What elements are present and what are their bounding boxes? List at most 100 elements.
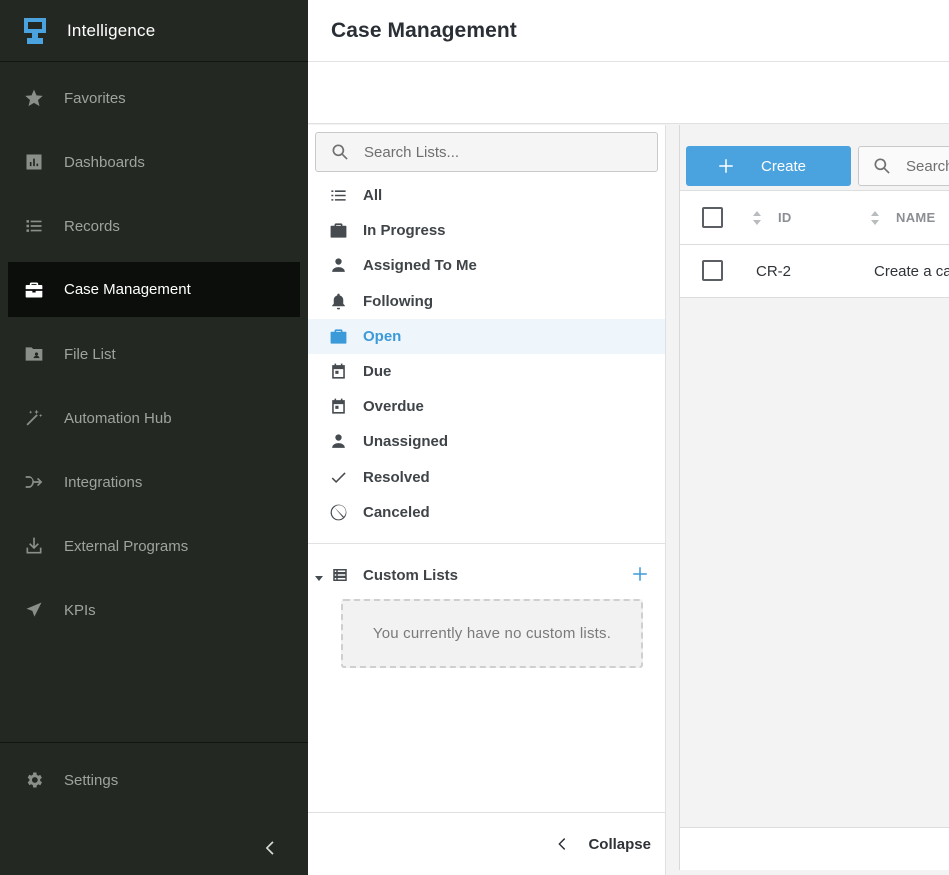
list-search-box[interactable] xyxy=(315,132,658,172)
lists-panel: All In Progress Assigned To Me Following… xyxy=(308,125,666,875)
sidebar-bottom: Settings xyxy=(0,742,308,875)
sidebar-collapse-button[interactable] xyxy=(262,839,280,857)
download-icon xyxy=(26,537,42,554)
add-custom-list-button[interactable] xyxy=(631,565,649,583)
briefcase-icon xyxy=(330,223,347,238)
filter-label: Unassigned xyxy=(363,433,449,451)
search-icon xyxy=(874,158,890,174)
collapse-label: Collapse xyxy=(588,835,651,853)
sidebar-item-external-programs[interactable]: External Programs xyxy=(0,514,308,578)
sidebar-item-settings[interactable]: Settings xyxy=(0,743,308,817)
create-button[interactable]: Create xyxy=(686,146,851,186)
filter-label: All xyxy=(363,187,383,205)
filter-item-following[interactable]: Following xyxy=(308,284,665,319)
sidebar-item-label: Dashboards xyxy=(64,153,145,171)
sidebar-item-label: Automation Hub xyxy=(64,409,172,427)
sidebar-item-label: File List xyxy=(64,345,116,363)
cell-name[interactable]: Create a ca xyxy=(874,263,949,280)
filter-label: Assigned To Me xyxy=(363,257,477,275)
select-all-checkbox[interactable] xyxy=(702,207,723,228)
table-row[interactable]: CR-2 Create a ca xyxy=(680,245,949,298)
table-footer xyxy=(680,828,949,870)
caret-down-icon[interactable] xyxy=(314,570,324,581)
create-label: Create xyxy=(761,157,807,175)
sidebar-item-label: Records xyxy=(64,217,120,235)
calendar-icon xyxy=(332,398,345,414)
list-search-input[interactable] xyxy=(364,143,634,161)
cell-id[interactable]: CR-2 xyxy=(756,263,791,280)
main-area: Case Management All In Progress Assigned… xyxy=(308,0,949,875)
filter-item-overdue[interactable]: Overdue xyxy=(308,389,665,424)
plus-icon xyxy=(633,567,647,581)
sidebar-item-label: Case Management xyxy=(64,281,191,298)
sidebar-item-label: KPIs xyxy=(64,601,96,619)
chevron-left-icon xyxy=(265,841,274,855)
custom-lists-title: Custom Lists xyxy=(363,566,459,584)
filter-item-unassigned[interactable]: Unassigned xyxy=(308,424,665,459)
sidebar-item-label: Favorites xyxy=(64,89,126,107)
brand-name: Intelligence xyxy=(67,20,156,40)
filter-label: In Progress xyxy=(363,222,446,240)
filter-label: Following xyxy=(363,292,433,310)
merge-arrow-icon xyxy=(25,476,43,488)
magic-wand-icon xyxy=(26,409,43,426)
sidebar-item-records[interactable]: Records xyxy=(0,194,308,258)
gear-icon xyxy=(27,772,42,788)
page-title: Case Management xyxy=(331,18,517,42)
filter-item-assigned-to-me[interactable]: Assigned To Me xyxy=(308,248,665,283)
filter-item-canceled[interactable]: Canceled xyxy=(308,495,665,530)
sidebar: Intelligence Favorites Dashboards Record… xyxy=(0,0,308,875)
custom-lists-empty-state: You currently have no custom lists. xyxy=(341,599,643,668)
chevron-left-icon xyxy=(558,838,566,850)
sort-icon[interactable] xyxy=(752,210,762,226)
search-icon xyxy=(332,144,348,160)
briefcase-icon xyxy=(330,329,347,344)
subheader xyxy=(308,62,949,124)
person-icon xyxy=(332,434,345,449)
plus-icon xyxy=(719,159,733,173)
table-header: ID NAME xyxy=(680,191,949,245)
collapse-panel-button[interactable]: Collapse xyxy=(308,812,665,875)
filter-label: Overdue xyxy=(363,398,424,416)
chart-icon xyxy=(26,154,42,170)
filter-item-all[interactable]: All xyxy=(308,178,665,213)
sidebar-item-dashboards[interactable]: Dashboards xyxy=(0,130,308,194)
person-icon xyxy=(332,258,345,273)
column-header-id[interactable]: ID xyxy=(778,210,792,225)
brand[interactable]: Intelligence xyxy=(0,0,308,62)
divider xyxy=(308,543,665,544)
filter-label: Open xyxy=(363,327,402,345)
filter-item-open[interactable]: Open xyxy=(308,318,665,354)
filter-label: Resolved xyxy=(363,468,430,486)
sidebar-item-favorites[interactable]: Favorites xyxy=(0,66,308,130)
check-icon xyxy=(331,472,346,483)
sidebar-item-automation-hub[interactable]: Automation Hub xyxy=(0,386,308,450)
settings-label: Settings xyxy=(64,771,119,789)
filter-item-resolved[interactable]: Resolved xyxy=(308,460,665,495)
table-body-empty-area xyxy=(680,298,949,828)
row-checkbox[interactable] xyxy=(702,260,723,281)
sidebar-item-file-list[interactable]: File List xyxy=(0,322,308,386)
sidebar-item-case-management[interactable]: Case Management xyxy=(8,262,300,317)
list-icon xyxy=(331,190,346,201)
filter-label: Canceled xyxy=(363,503,430,521)
brand-logo-icon xyxy=(24,17,46,44)
sort-icon[interactable] xyxy=(870,210,880,226)
list-alt-icon xyxy=(331,566,349,584)
sidebar-item-integrations[interactable]: Integrations xyxy=(0,450,308,514)
ban-icon xyxy=(330,504,347,521)
filter-item-due[interactable]: Due xyxy=(308,354,665,389)
table-search-input[interactable] xyxy=(906,157,949,175)
folder-user-icon xyxy=(25,347,43,361)
filter-item-in-progress[interactable]: In Progress xyxy=(308,213,665,248)
page-header: Case Management xyxy=(308,0,949,62)
list-icon xyxy=(26,220,42,232)
sidebar-item-kpis[interactable]: KPIs xyxy=(0,578,308,642)
column-header-name[interactable]: NAME xyxy=(896,210,935,225)
sidebar-item-label: Integrations xyxy=(64,473,143,491)
custom-lists-header[interactable]: Custom Lists xyxy=(308,560,665,590)
table-search-box[interactable] xyxy=(858,146,949,186)
sidebar-item-label: External Programs xyxy=(64,537,189,555)
cases-table-panel: Create ID NAME CR-2 Create a ca xyxy=(679,125,949,870)
calendar-icon xyxy=(332,363,345,379)
